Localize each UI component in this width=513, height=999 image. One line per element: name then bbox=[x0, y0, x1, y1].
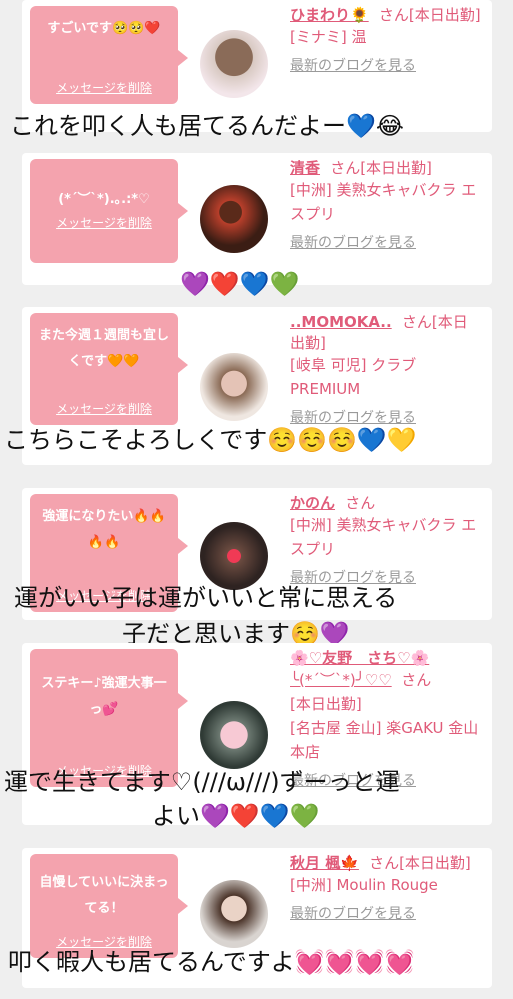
cast-name[interactable]: 秋月 楓🍁 bbox=[290, 854, 359, 872]
message-bubble: すごいです🥺🥺❤️ メッセージを削除 bbox=[30, 6, 188, 104]
message-card: (*´︶`*).｡.:*♡ メッセージを削除 清香 さん[本日出勤] [中洲] … bbox=[22, 153, 492, 285]
blog-link[interactable]: 最新のブログを見る bbox=[290, 903, 482, 923]
shop-info: [岐阜 可児] クラブ PREMIUM bbox=[290, 356, 417, 398]
shop-info: [中洲] 美熟女キャバクラ エスプリ bbox=[290, 181, 477, 223]
avatar[interactable] bbox=[200, 353, 268, 421]
delete-message-link[interactable]: メッセージを削除 bbox=[30, 79, 178, 96]
message-text: ステキー♪強運大事一っ💕 bbox=[41, 676, 167, 717]
overlay-caption: 叩く暇人も居てるんですよ💓💓💓💓 bbox=[8, 948, 415, 976]
cast-name[interactable]: 🌸♡友野 さち♡🌸 bbox=[290, 649, 429, 667]
status-text: さん[本日出勤] bbox=[330, 159, 432, 177]
delete-message-link[interactable]: メッセージを削除 bbox=[30, 214, 178, 231]
avatar[interactable] bbox=[200, 185, 268, 253]
message-text: (*´︶`*).｡.:*♡ bbox=[58, 192, 150, 207]
status-text: さん bbox=[345, 494, 376, 512]
status-text: [本日出勤] bbox=[290, 695, 362, 713]
cast-name[interactable]: ひまわり🌻 bbox=[290, 6, 369, 24]
overlay-caption: 運がいい子は運がいいと常に思える bbox=[14, 584, 398, 612]
message-text: 自慢していいに決まってる！ bbox=[39, 875, 169, 916]
delete-message-link[interactable]: メッセージを削除 bbox=[30, 400, 178, 417]
shop-info: [ミナミ] 温 bbox=[290, 28, 367, 46]
shop-info: [名古屋 金山] 楽GAKU 金山本店 bbox=[290, 719, 479, 761]
shop-info: [中洲] 美熟女キャバクラ エスプリ bbox=[290, 516, 477, 558]
message-text: また今週１週間も宜しくです🧡🧡 bbox=[38, 328, 169, 369]
overlay-caption: 運で生きてます♡(///ω///)ずーっと運 bbox=[4, 768, 400, 796]
shop-info: [中洲] Moulin Rouge bbox=[290, 876, 438, 894]
cast-name[interactable]: ..MOMOKA.. bbox=[290, 313, 392, 331]
message-bubble: また今週１週間も宜しくです🧡🧡 メッセージを削除 bbox=[30, 313, 188, 425]
overlay-caption: これを叩く人も居てるんだよー💙😂 bbox=[10, 112, 404, 140]
message-text: すごいです🥺🥺❤️ bbox=[47, 21, 161, 36]
status-text: さん[本日出勤] bbox=[378, 6, 481, 24]
message-text: 強運になりたい🔥🔥🔥🔥 bbox=[42, 509, 166, 550]
avatar[interactable] bbox=[200, 880, 268, 948]
overlay-caption: よい💜❤️💙💚 bbox=[152, 802, 320, 830]
status-text: さん[本日出勤] bbox=[369, 854, 471, 872]
cast-name[interactable]: 清香 bbox=[290, 159, 320, 177]
avatar[interactable] bbox=[200, 30, 268, 98]
name-decoration: ╰(*´︶`*)╯♡♡ bbox=[290, 671, 392, 689]
blog-link[interactable]: 最新のブログを見る bbox=[290, 55, 482, 75]
status-suffix: さん bbox=[401, 671, 432, 689]
overlay-caption: こちらこそよろしくです☺️☺️☺️💙💛 bbox=[4, 426, 417, 454]
message-bubble: (*´︶`*).｡.:*♡ メッセージを削除 bbox=[30, 159, 188, 263]
avatar[interactable] bbox=[200, 701, 268, 769]
cast-name[interactable]: かのん bbox=[290, 494, 335, 512]
blog-link[interactable]: 最新のブログを見る bbox=[290, 232, 482, 252]
overlay-hearts: 💜❤️💙💚 bbox=[180, 270, 300, 298]
